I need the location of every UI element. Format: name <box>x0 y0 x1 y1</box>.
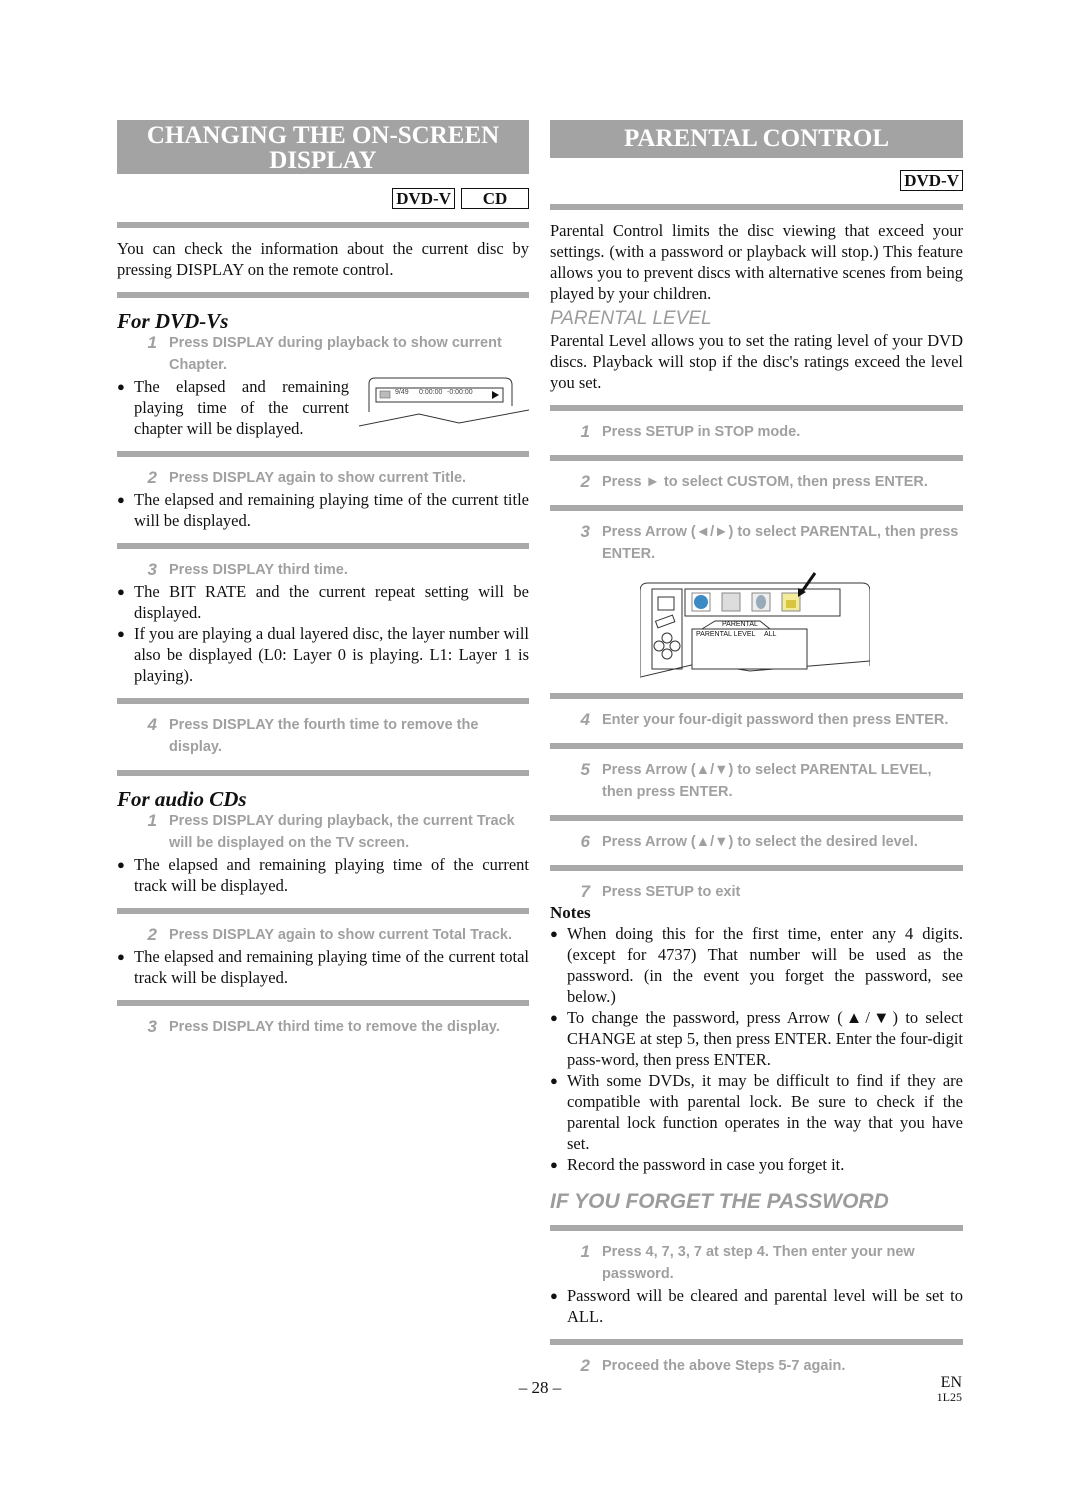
audio-icon <box>756 595 766 609</box>
right-column: Parental Control DVD-V Parental Control … <box>550 120 963 1377</box>
divider <box>550 815 963 821</box>
divider <box>117 222 529 228</box>
step-item: 1 Press SETUP in STOP mode. <box>580 422 801 441</box>
step-item: 7 Press SETUP to exit <box>580 882 741 901</box>
step-item: 2 Press DISPLAY again to show current Tit… <box>147 468 467 487</box>
heading-forget-password: IF YOU FORGET THE PASSWORD <box>550 1190 889 1213</box>
right-arrow-icon <box>669 640 681 652</box>
step-item: 3 Press DISPLAY third time. <box>147 560 348 579</box>
step-item: 4 Press DISPLAY the fourth time to remove… <box>147 715 479 755</box>
menu-tab-parental: PARENTAL <box>722 621 758 628</box>
language-icon <box>694 595 708 609</box>
divider <box>550 405 963 411</box>
divider <box>117 698 529 704</box>
divider <box>550 865 963 871</box>
bullet-item: ● Password will be cleared and parental l… <box>550 1286 963 1326</box>
divider <box>550 505 963 511</box>
model-code: 1L25 <box>936 1390 962 1404</box>
bullet-item: ● The elapsed and remaining playing time … <box>117 947 529 987</box>
bullet-item: ● The elapsed and remaining playing time … <box>117 377 349 438</box>
divider <box>117 292 529 298</box>
lock-icon <box>786 600 796 608</box>
up-arrow-icon <box>661 632 673 644</box>
left-arrow-icon <box>653 640 665 652</box>
step-item: 3 Press Arrow (◄/►) to select PARENTAL, t… <box>580 522 959 562</box>
tv-icon <box>657 596 675 611</box>
note-item: ● Record the password in case you forget … <box>550 1155 845 1174</box>
step-item: 1 Press 4, 7, 3, 7 at step 4. Then enter … <box>580 1242 915 1282</box>
footer-language: EN 1L25 <box>900 1374 962 1404</box>
step-item: 4 Enter your four-digit password then pre… <box>580 710 949 729</box>
divider <box>550 1225 963 1231</box>
step-item: 6 Press Arrow (▲/▼) to select the desired… <box>580 832 918 851</box>
heading-parental-level: PARENTAL LEVEL <box>550 308 712 329</box>
menu-row-label: PARENTAL LEVEL <box>696 631 756 638</box>
osd-illustration: 9/49 0:00:00 -0:00:00 <box>348 376 530 431</box>
section-title-onscreen-display: Changing the On-Screen Display <box>117 120 529 174</box>
menu-row-value: ALL <box>764 631 777 638</box>
step-item: 5 Press Arrow (▲/▼) to select PARENTAL LE… <box>580 760 932 800</box>
divider <box>550 693 963 699</box>
note-item: ● With some DVDs, it may be difficult to … <box>550 1071 963 1153</box>
display-icon <box>721 592 741 612</box>
section-title-parental-control: Parental Control <box>550 120 963 158</box>
divider <box>117 543 529 549</box>
divider <box>550 743 963 749</box>
notes-heading: Notes <box>550 903 591 922</box>
subheading-cd: For audio CDs <box>117 787 247 811</box>
parental-level-intro: Parental Level allows you to set the rat… <box>550 331 963 392</box>
intro-text: Parental Control limits the disc viewing… <box>550 221 963 303</box>
note-item: ● To change the password, press Arrow (▲/… <box>550 1008 963 1069</box>
badge-dvd-v: DVD-V <box>392 188 455 209</box>
divider <box>117 770 529 776</box>
osd-elapsed: 0:00:00 <box>419 389 443 396</box>
bullet-item: ● The elapsed and remaining playing time … <box>117 855 529 895</box>
bullet-item: ● The BIT RATE and the current repeat set… <box>117 582 529 622</box>
subheading-dvd: For DVD-Vs <box>117 309 229 333</box>
step-item: 2 Press ► to select CUSTOM, then press EN… <box>580 472 928 491</box>
note-item: ● When doing this for the first time, ent… <box>550 924 963 1006</box>
left-column: Changing the On-Screen Display DVD-V CD Y… <box>117 120 530 1038</box>
disc-badges: DVD-V CD <box>117 188 529 210</box>
divider <box>550 455 963 461</box>
divider <box>550 1339 963 1345</box>
osd-chapter: 9/49 <box>395 389 409 396</box>
disc-badges: DVD-V <box>550 170 963 192</box>
osd-remaining: -0:00:00 <box>447 389 473 396</box>
divider <box>117 1000 529 1006</box>
bullet-item: ● The elapsed and remaining playing time … <box>117 490 529 530</box>
remote-icon <box>654 614 676 629</box>
step-item: 3 Press DISPLAY third time to remove the … <box>147 1017 500 1036</box>
badge-dvd-v: DVD-V <box>900 170 963 191</box>
setup-menu-illustration: PARENTAL PARENTAL LEVEL ALL <box>631 571 871 681</box>
step-item: 1 Press DISPLAY during playback to show c… <box>147 333 502 373</box>
bullet-item: ● If you are playing a dual layered disc,… <box>117 624 529 685</box>
step-item: 1 Press DISPLAY during playback, the curr… <box>147 811 515 851</box>
down-arrow-icon <box>661 648 673 660</box>
language-code: EN <box>940 1374 962 1391</box>
step-item: 2 Press DISPLAY again to show current Tot… <box>147 925 513 944</box>
divider <box>550 204 963 210</box>
divider <box>117 908 529 914</box>
divider <box>117 451 529 457</box>
chapter-icon <box>379 390 391 399</box>
badge-cd: CD <box>461 188 529 209</box>
intro-text: You can check the information about the … <box>117 239 529 279</box>
